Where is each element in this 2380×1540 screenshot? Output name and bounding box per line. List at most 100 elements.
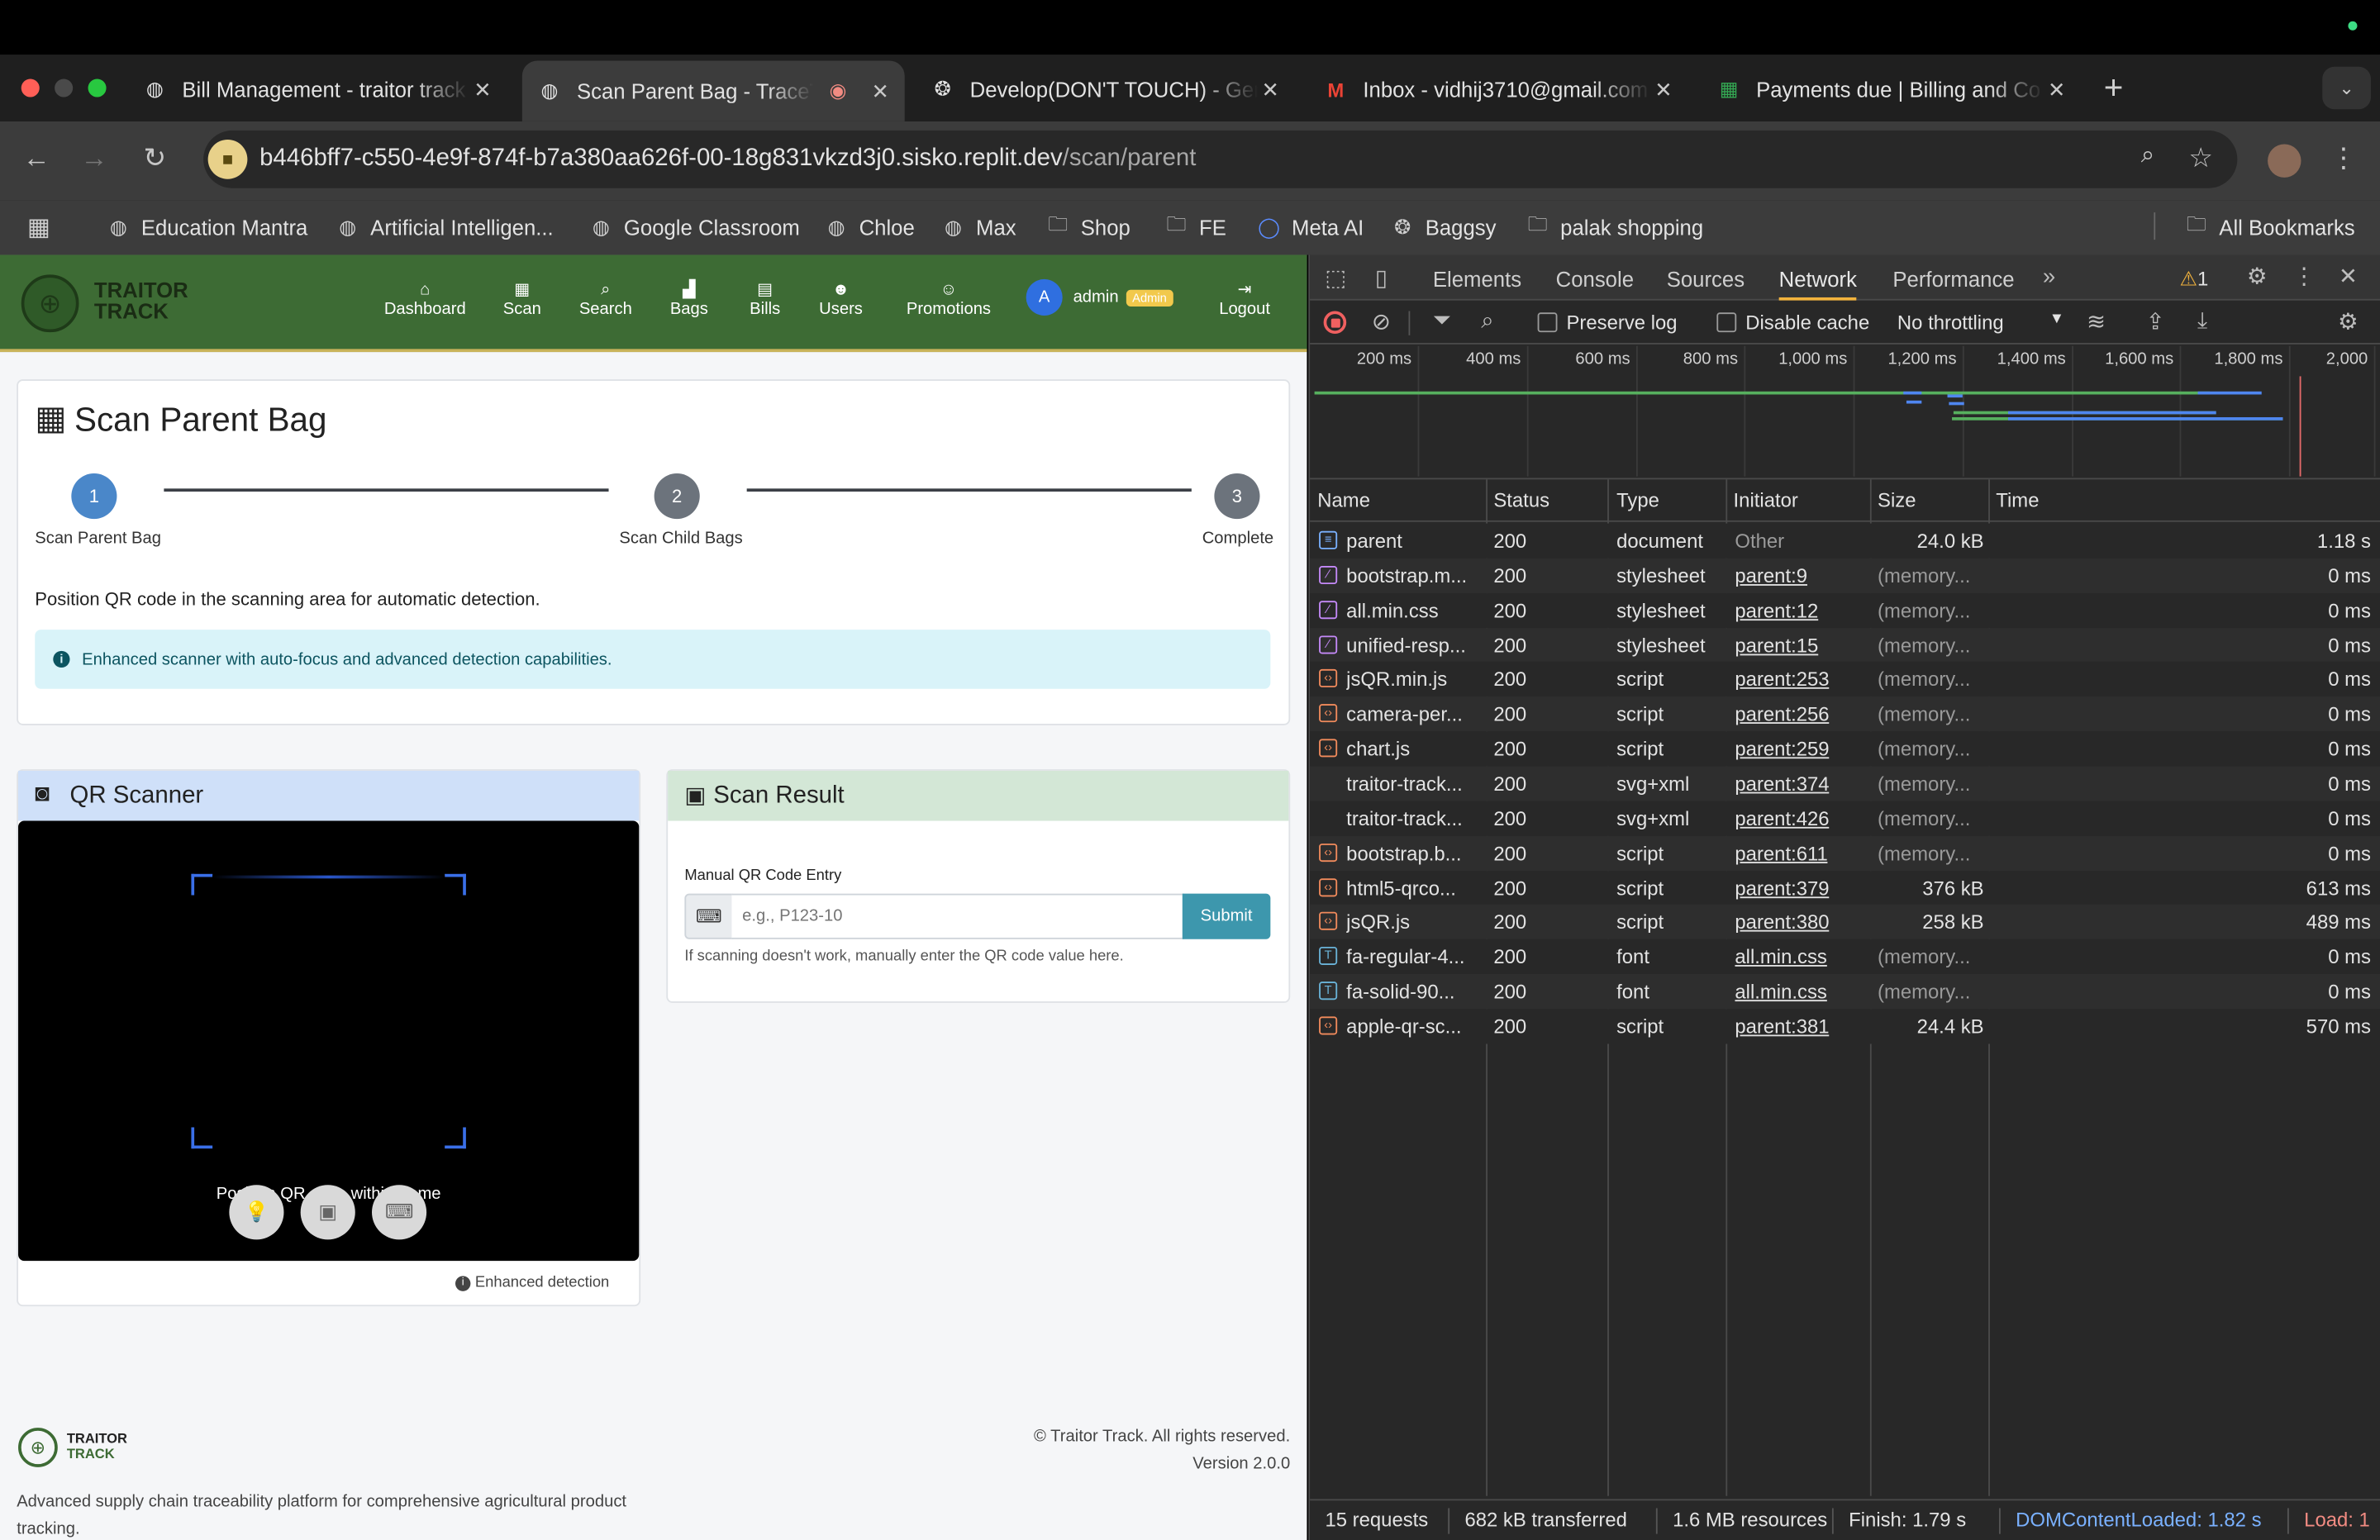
nav-scan[interactable]: ▦ Scan — [495, 281, 550, 319]
request-row[interactable]: ‹› bootstrap.b... 200 script parent:611 (memo… — [1310, 835, 2380, 871]
request-initiator[interactable]: all.min.css — [1735, 945, 1826, 968]
nav-logout[interactable]: ⇥ Logout — [1214, 281, 1274, 319]
browser-tab[interactable]: M Inbox - vidhij3710@gmail.com ✕ — [1308, 64, 1691, 115]
zoom-icon[interactable]: ⌕ — [2130, 143, 2166, 170]
device-toolbar-icon[interactable]: ▯ — [1366, 264, 1397, 291]
bookmark-chloe[interactable]: ◍ Chloe — [824, 212, 915, 243]
close-window-button[interactable] — [21, 78, 40, 97]
minimize-window-button[interactable] — [55, 78, 74, 97]
request-row[interactable]: Tfa-solid-90... 200 font all.min.css (memory… — [1310, 974, 2380, 1010]
nav-search[interactable]: ⌕ Search — [574, 281, 637, 319]
import-har-icon[interactable]: ⇪ — [2140, 308, 2171, 335]
request-initiator[interactable]: parent:9 — [1735, 564, 1807, 587]
bookmark-folder-shop[interactable]: 🗀 Shop — [1046, 212, 1130, 243]
devtools-tab-console[interactable]: Console — [1556, 267, 1634, 291]
request-row[interactable]: ∕ unified-resp... 200 stylesheet parent:15 (m… — [1310, 627, 2380, 663]
more-tabs-icon[interactable]: » — [2034, 264, 2064, 290]
bookmark-max[interactable]: ◍ Max — [941, 212, 1016, 243]
request-initiator[interactable]: parent:426 — [1735, 807, 1829, 830]
search-icon[interactable]: ⌕ — [1473, 308, 1503, 334]
new-tab-button[interactable]: + — [2104, 69, 2124, 108]
reload-button[interactable]: ↻ — [136, 143, 173, 175]
column-status[interactable]: Status — [1493, 488, 1549, 511]
request-row[interactable]: ‹› jsQR.js 200 script parent:380 258 kB 489 ms — [1310, 905, 2380, 940]
forward-button[interactable]: → — [76, 143, 112, 175]
request-row[interactable]: ∕ bootstrap.m... 200 stylesheet parent:9 (mem… — [1310, 558, 2380, 593]
manual-qr-input[interactable] — [731, 893, 1184, 939]
devtools-close-icon[interactable]: ✕ — [2333, 263, 2363, 290]
request-row[interactable]: ‹› apple-qr-sc... 200 script parent:381 24.4 … — [1310, 1009, 2380, 1044]
request-row[interactable]: ‹› chart.js 200 script parent:259 (memory... 0… — [1310, 731, 2380, 767]
browser-menu-icon[interactable]: ⋮ — [2325, 143, 2362, 175]
request-row[interactable]: ≡ parent 200 document Other 24.0 kB 1.18 s — [1310, 523, 2380, 558]
request-row[interactable]: ‹› jsQR.min.js 200 script parent:253 (memory.… — [1310, 662, 2380, 697]
keyboard-button[interactable]: ⌨ — [372, 1185, 427, 1240]
camera-switch-button[interactable]: ▣ — [300, 1185, 355, 1240]
devtools-tab-network[interactable]: Network — [1778, 267, 1857, 301]
bookmark-folder-palak-shopping[interactable]: 🗀 palak shopping — [1526, 212, 1704, 243]
apps-grid-icon[interactable]: ▦ — [27, 212, 50, 243]
network-settings-icon[interactable]: ⚙ — [2333, 308, 2363, 335]
column-size[interactable]: Size — [1878, 488, 1916, 511]
nav-dashboard[interactable]: ⌂ Dashboard — [383, 281, 468, 319]
column-type[interactable]: Type — [1616, 488, 1659, 511]
close-tab-icon[interactable]: ✕ — [869, 78, 892, 104]
tab-search-button[interactable]: ⌄ — [2322, 66, 2371, 110]
back-button[interactable]: ← — [18, 143, 55, 175]
zoom-window-button[interactable] — [88, 78, 107, 97]
request-initiator[interactable]: parent:253 — [1735, 668, 1829, 692]
devtools-settings-icon[interactable]: ⚙ — [2242, 263, 2273, 290]
bookmark-meta-ai[interactable]: ◯ Meta AI — [1257, 212, 1364, 243]
devtools-tab-performance[interactable]: Performance — [1892, 267, 2014, 291]
request-row[interactable]: ∕ all.min.css 200 stylesheet parent:12 (memor… — [1310, 592, 2380, 628]
bookmark-artificial-intelligence[interactable]: ◍ Artificial Intelligen... — [336, 212, 553, 243]
bookmark-folder-fe[interactable]: 🗀 FE — [1164, 212, 1226, 243]
bookmark-baggsy[interactable]: ❂ Baggsy — [1390, 212, 1496, 243]
request-initiator[interactable]: parent:259 — [1735, 738, 1829, 761]
column-name[interactable]: Name — [1317, 488, 1370, 511]
disable-cache-checkbox[interactable] — [1716, 312, 1737, 333]
browser-tab[interactable]: ▦ Payments due | Billing and Co ✕ — [1702, 64, 2084, 115]
request-initiator[interactable]: parent:256 — [1735, 703, 1829, 726]
close-tab-icon[interactable]: ✕ — [1651, 77, 1675, 102]
submit-button[interactable]: Submit — [1182, 893, 1271, 939]
filter-icon[interactable]: ⏷ — [1427, 308, 1458, 334]
nav-bags[interactable]: ▟ Bags — [662, 281, 716, 319]
devtools-tab-elements[interactable]: Elements — [1433, 267, 1521, 291]
bookmark-google-classroom[interactable]: ◍ Google Classroom — [589, 212, 800, 243]
request-row[interactable]: ‹› html5-qrco... 200 script parent:379 376 kB… — [1310, 870, 2380, 905]
user-menu[interactable]: A admin Admin — [1026, 278, 1173, 316]
throttling-select[interactable]: No throttling ▼ — [1897, 311, 2064, 334]
devtools-tab-sources[interactable]: Sources — [1667, 267, 1745, 291]
site-camera-icon[interactable]: ■ — [207, 139, 248, 179]
request-initiator[interactable]: all.min.css — [1735, 980, 1826, 1003]
request-initiator[interactable]: parent:380 — [1735, 911, 1829, 934]
nav-users[interactable]: ☻ Users — [813, 281, 868, 319]
warnings-badge[interactable]: ⚠1 — [2180, 267, 2209, 291]
column-initiator[interactable]: Initiator — [1734, 488, 1798, 511]
browser-tab[interactable]: ❂ Develop(DON'T TOUCH) - Gemini ✕ — [916, 64, 1298, 115]
nav-bills[interactable]: ▤ Bills — [740, 281, 789, 319]
request-initiator[interactable]: parent:379 — [1735, 877, 1829, 900]
inspect-element-icon[interactable]: ⬚ — [1321, 264, 1351, 291]
bookmark-education-mantra[interactable]: ◍ Education Mantra — [107, 212, 308, 243]
export-har-icon[interactable]: ⤓ — [2187, 308, 2218, 334]
nav-promotions[interactable]: ☺ Promotions — [902, 281, 996, 319]
request-row[interactable]: traitor-track... 200 svg+xml parent:426 (mem… — [1310, 801, 2380, 836]
flashlight-button[interactable]: 💡 — [229, 1185, 284, 1240]
browser-tab[interactable]: ◍ Bill Management - traitor track ✕ — [127, 64, 510, 115]
bookmark-star-icon[interactable]: ☆ — [2182, 143, 2219, 175]
column-time[interactable]: Time — [1996, 488, 2039, 511]
record-stop-button[interactable] — [1323, 311, 1347, 335]
request-row[interactable]: traitor-track... 200 svg+xml parent:374 (mem… — [1310, 766, 2380, 801]
devtools-menu-icon[interactable]: ⋮ — [2289, 263, 2320, 290]
network-conditions-icon[interactable]: ≋ — [2081, 308, 2111, 335]
all-bookmarks-folder[interactable]: 🗀 All Bookmarks — [2184, 212, 2355, 243]
request-row[interactable]: ‹› camera-per... 200 script parent:256 (memor… — [1310, 696, 2380, 732]
request-initiator[interactable]: parent:611 — [1735, 842, 1827, 865]
request-initiator[interactable]: parent:12 — [1735, 599, 1818, 622]
close-tab-icon[interactable]: ✕ — [470, 77, 494, 102]
request-initiator[interactable]: parent:374 — [1735, 772, 1829, 796]
preserve-log-checkbox[interactable] — [1537, 312, 1558, 333]
request-initiator[interactable]: parent:15 — [1735, 634, 1818, 657]
